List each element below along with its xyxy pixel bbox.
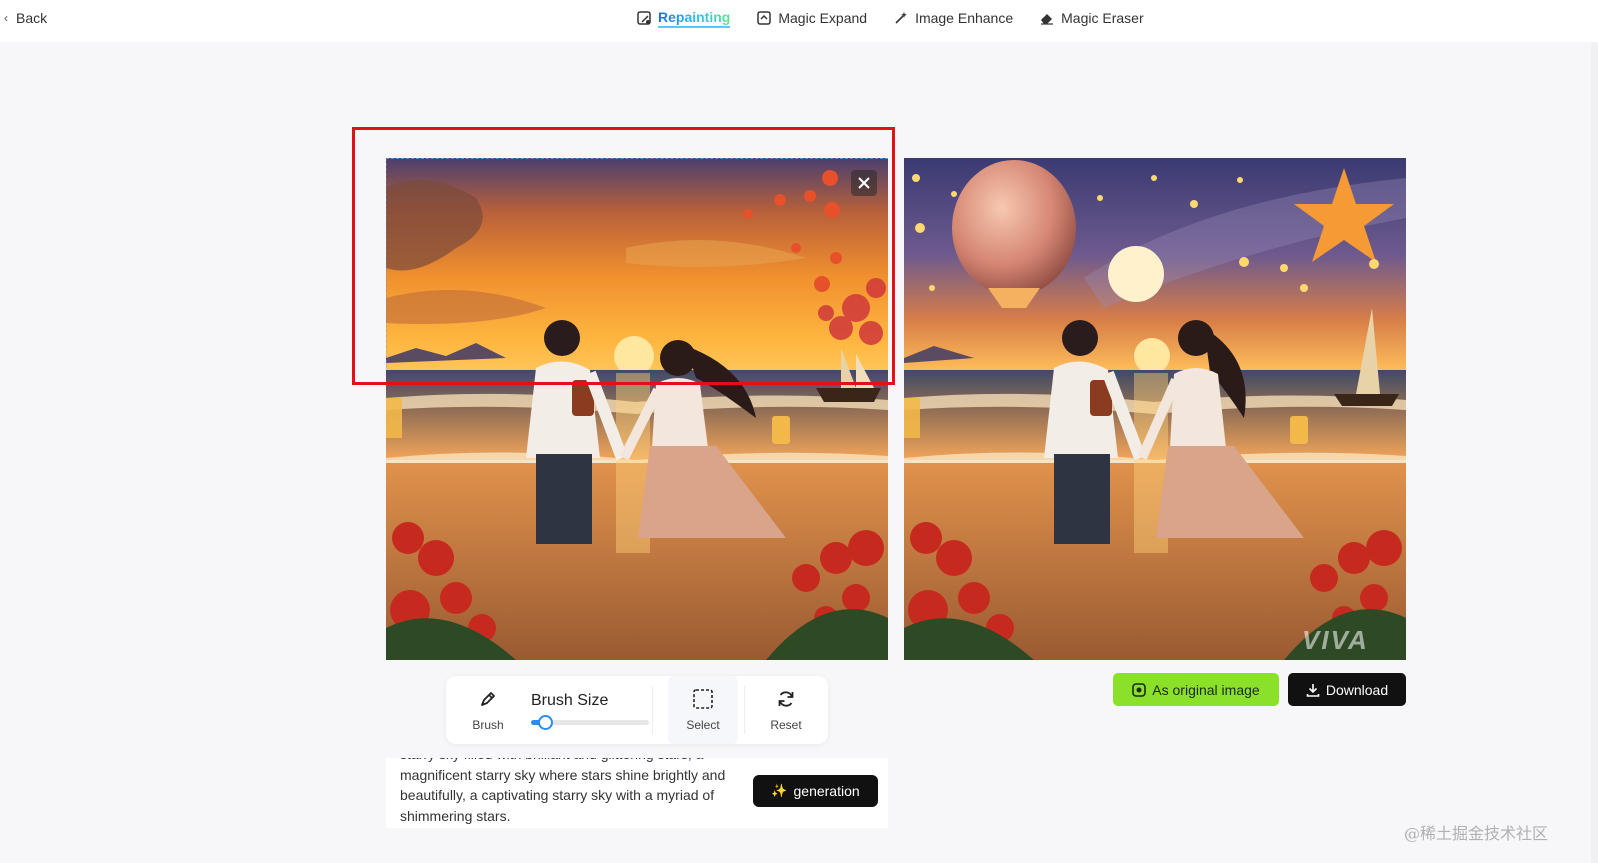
tab-label: Image Enhance xyxy=(915,10,1014,26)
brush-tool-button[interactable]: Brush xyxy=(458,676,518,744)
tab-image-enhance[interactable]: Image Enhance xyxy=(893,10,1013,26)
prompt-text: starry sky filled with brilliant and gli… xyxy=(400,758,726,824)
source-image xyxy=(386,158,888,660)
tab-magic-expand[interactable]: Magic Expand xyxy=(756,10,867,26)
tab-label: Magic Eraser xyxy=(1061,10,1144,26)
toolbar-divider xyxy=(652,686,653,734)
brush-size-slider-handle[interactable] xyxy=(538,715,554,730)
brush-icon xyxy=(477,688,499,710)
select-tool-button[interactable]: Select xyxy=(668,676,738,744)
clear-mask-button[interactable] xyxy=(851,170,877,196)
back-label: Back xyxy=(16,10,48,26)
page-scrollbar[interactable] xyxy=(1591,42,1598,863)
expand-icon xyxy=(757,11,772,25)
brush-size-control: Brush Size xyxy=(531,692,651,730)
toolbar-divider xyxy=(744,686,745,734)
generation-button[interactable]: ✨ generation xyxy=(753,775,878,807)
reset-icon xyxy=(775,688,797,710)
tab-label: Repainting xyxy=(658,9,731,28)
close-icon xyxy=(858,177,870,189)
result-image-art xyxy=(904,158,1406,660)
download-button[interactable]: Download xyxy=(1288,673,1406,706)
as-original-label: As original image xyxy=(1152,681,1260,698)
sparkle-icon: ✨ xyxy=(771,783,788,798)
reset-tool-button[interactable]: Reset xyxy=(756,676,816,744)
viva-watermark: VIVA xyxy=(1302,625,1369,655)
enhance-icon xyxy=(895,12,908,24)
top-bar: ‹ Back Repainting Magic Expand Image Enh… xyxy=(0,0,1598,42)
download-label: Download xyxy=(1325,681,1389,698)
repaint-icon xyxy=(637,11,651,25)
chevron-left-icon: ‹ xyxy=(4,11,8,25)
select-label: Select xyxy=(686,718,720,732)
site-watermark: @稀土掘金技术社区 xyxy=(1404,824,1549,843)
tab-repainting[interactable]: Repainting xyxy=(636,9,731,28)
image-swap-icon xyxy=(1132,682,1147,697)
tab-magic-eraser[interactable]: Magic Eraser xyxy=(1039,10,1144,26)
generation-label: generation xyxy=(793,783,860,799)
download-icon xyxy=(1306,683,1320,697)
brush-size-slider[interactable] xyxy=(531,715,649,730)
feature-tabs: Repainting Magic Expand Image Enhance Ma… xyxy=(636,6,1144,30)
marquee-select-icon xyxy=(692,688,714,710)
source-image-canvas[interactable] xyxy=(386,158,888,660)
result-image xyxy=(904,158,1406,660)
mask-toolbar: Brush Brush Size Select Reset xyxy=(446,676,828,744)
brush-label: Brush xyxy=(472,718,504,732)
as-original-image-button[interactable]: As original image xyxy=(1113,673,1279,706)
back-button[interactable]: ‹ Back xyxy=(4,8,47,28)
eraser-icon xyxy=(1041,14,1054,25)
brush-size-label: Brush Size xyxy=(531,692,609,709)
tab-label: Magic Expand xyxy=(778,10,868,26)
reset-label: Reset xyxy=(770,718,802,732)
